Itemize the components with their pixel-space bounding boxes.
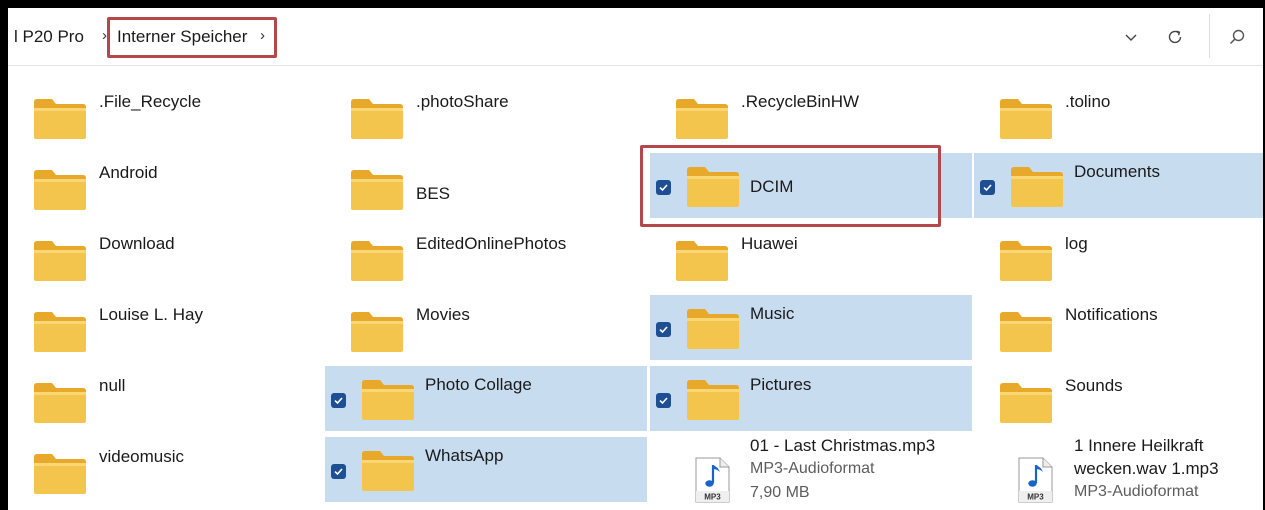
- folder-item[interactable]: .tolino: [974, 82, 1263, 147]
- svg-text:MP3: MP3: [1027, 493, 1044, 502]
- folder-name: .tolino: [1065, 92, 1111, 111]
- folder-icon: [350, 238, 404, 282]
- folder-name: Notifications: [1065, 305, 1158, 324]
- folder-name: Documents: [1074, 162, 1160, 181]
- checkbox-checked[interactable]: [331, 393, 346, 408]
- search-button[interactable]: [1220, 20, 1254, 54]
- folder-item[interactable]: Pictures: [650, 366, 972, 431]
- folder-icon: [350, 309, 404, 353]
- checkbox-checked[interactable]: [656, 393, 671, 408]
- folder-name: Louise L. Hay: [99, 305, 203, 324]
- folder-icon: [999, 380, 1053, 424]
- folder-item[interactable]: Android: [8, 153, 330, 218]
- folder-item[interactable]: WhatsApp: [325, 437, 647, 502]
- folder-name: Music: [750, 304, 795, 323]
- folder-icon: [999, 96, 1053, 140]
- folder-name: WhatsApp: [425, 446, 504, 465]
- folder-icon: [33, 96, 87, 140]
- folder-name: EditedOnlinePhotos: [416, 234, 567, 253]
- breadcrumb-location[interactable]: Interner Speicher: [117, 8, 247, 65]
- file-type: MP3-Audioformat: [1074, 483, 1199, 500]
- folder-icon: [350, 96, 404, 140]
- folder-icon: [686, 164, 740, 208]
- folder-name: Pictures: [750, 375, 812, 394]
- folder-item[interactable]: videomusic: [8, 437, 330, 502]
- folder-icon: [33, 238, 87, 282]
- file-size: 7,90 MB: [750, 484, 810, 501]
- folder-item[interactable]: .RecycleBinHW: [650, 82, 972, 147]
- chevron-down-icon: [1125, 34, 1137, 41]
- folder-name: Movies: [416, 305, 470, 324]
- folder-item[interactable]: log: [974, 224, 1263, 289]
- folder-item[interactable]: Huawei: [650, 224, 972, 289]
- folder-name: log: [1065, 234, 1088, 253]
- checkbox-checked[interactable]: [980, 180, 995, 195]
- file-name: 01 - Last Christmas.mp3: [750, 436, 936, 455]
- folder-icon: [686, 306, 740, 350]
- checkbox-checked[interactable]: [331, 464, 346, 479]
- refresh-icon: [1168, 30, 1182, 44]
- folder-item[interactable]: Photo Collage: [325, 366, 647, 431]
- file-item[interactable]: MP3 1 Innere Heilkraft wecken.wav 1.mp3 MP3…: [974, 436, 1263, 510]
- folder-icon: [675, 238, 729, 282]
- folder-item[interactable]: Download: [8, 224, 330, 289]
- mp3-file-icon: MP3: [1016, 456, 1054, 504]
- folder-name: BES: [416, 184, 451, 203]
- toolbar-divider: [1209, 14, 1210, 58]
- folder-item[interactable]: Louise L. Hay: [8, 295, 330, 360]
- folder-item[interactable]: Documents: [974, 153, 1263, 218]
- folder-item[interactable]: .File_Recycle: [8, 82, 330, 147]
- folder-name: Photo Collage: [425, 375, 532, 394]
- file-type: MP3-Audioformat: [750, 460, 875, 477]
- folder-item[interactable]: Sounds: [974, 366, 1263, 431]
- file-explorer-window: l P20 Pro › Interner Speicher › .File_Re…: [8, 8, 1263, 510]
- folder-item[interactable]: BES: [325, 153, 647, 218]
- folder-icon: [350, 167, 404, 211]
- address-bar[interactable]: l P20 Pro › Interner Speicher ›: [8, 8, 1263, 66]
- folder-item[interactable]: Notifications: [974, 295, 1263, 360]
- mp3-file-icon: MP3: [693, 456, 731, 504]
- breadcrumb-separator-icon[interactable]: ›: [102, 8, 107, 65]
- folder-name: .RecycleBinHW: [741, 92, 860, 111]
- folder-icon: [361, 448, 415, 492]
- folder-item[interactable]: null: [8, 366, 330, 431]
- folder-name: Download: [99, 234, 175, 253]
- breadcrumb-separator-icon[interactable]: ›: [260, 8, 265, 65]
- folder-item[interactable]: Music: [650, 295, 972, 360]
- folder-name: .File_Recycle: [99, 92, 202, 111]
- folder-icon: [33, 380, 87, 424]
- folder-name: null: [99, 376, 126, 395]
- folder-name: Android: [99, 163, 158, 182]
- folder-icon: [686, 377, 740, 421]
- folder-icon: [33, 451, 87, 495]
- folder-name: DCIM: [750, 177, 794, 196]
- checkbox-checked[interactable]: [656, 180, 671, 195]
- folder-icon: [675, 96, 729, 140]
- file-item[interactable]: MP3 01 - Last Christmas.mp3 MP3-Audioforma…: [650, 436, 972, 510]
- folder-item[interactable]: Movies: [325, 295, 647, 360]
- breadcrumb-device[interactable]: l P20 Pro: [14, 8, 84, 65]
- svg-text:MP3: MP3: [704, 493, 721, 502]
- address-dropdown-button[interactable]: [1114, 20, 1148, 54]
- folder-icon: [33, 167, 87, 211]
- file-name-line2: wecken.wav 1.mp3: [1074, 459, 1219, 478]
- folder-icon: [1010, 164, 1064, 208]
- folder-icon: [361, 377, 415, 421]
- search-icon: [1229, 29, 1245, 45]
- folder-icon: [33, 309, 87, 353]
- folder-item[interactable]: .photoShare: [325, 82, 647, 147]
- checkbox-checked[interactable]: [656, 322, 671, 337]
- folder-item[interactable]: EditedOnlinePhotos: [325, 224, 647, 289]
- folder-item[interactable]: DCIM: [650, 153, 972, 218]
- folder-icon: [999, 238, 1053, 282]
- folder-name: Huawei: [741, 234, 798, 253]
- refresh-button[interactable]: [1158, 20, 1192, 54]
- folder-name: videomusic: [99, 447, 185, 466]
- file-name-line1: 1 Innere Heilkraft: [1074, 436, 1204, 455]
- folder-name: Sounds: [1065, 376, 1123, 395]
- folder-icon: [999, 309, 1053, 353]
- folder-name: .photoShare: [416, 92, 509, 111]
